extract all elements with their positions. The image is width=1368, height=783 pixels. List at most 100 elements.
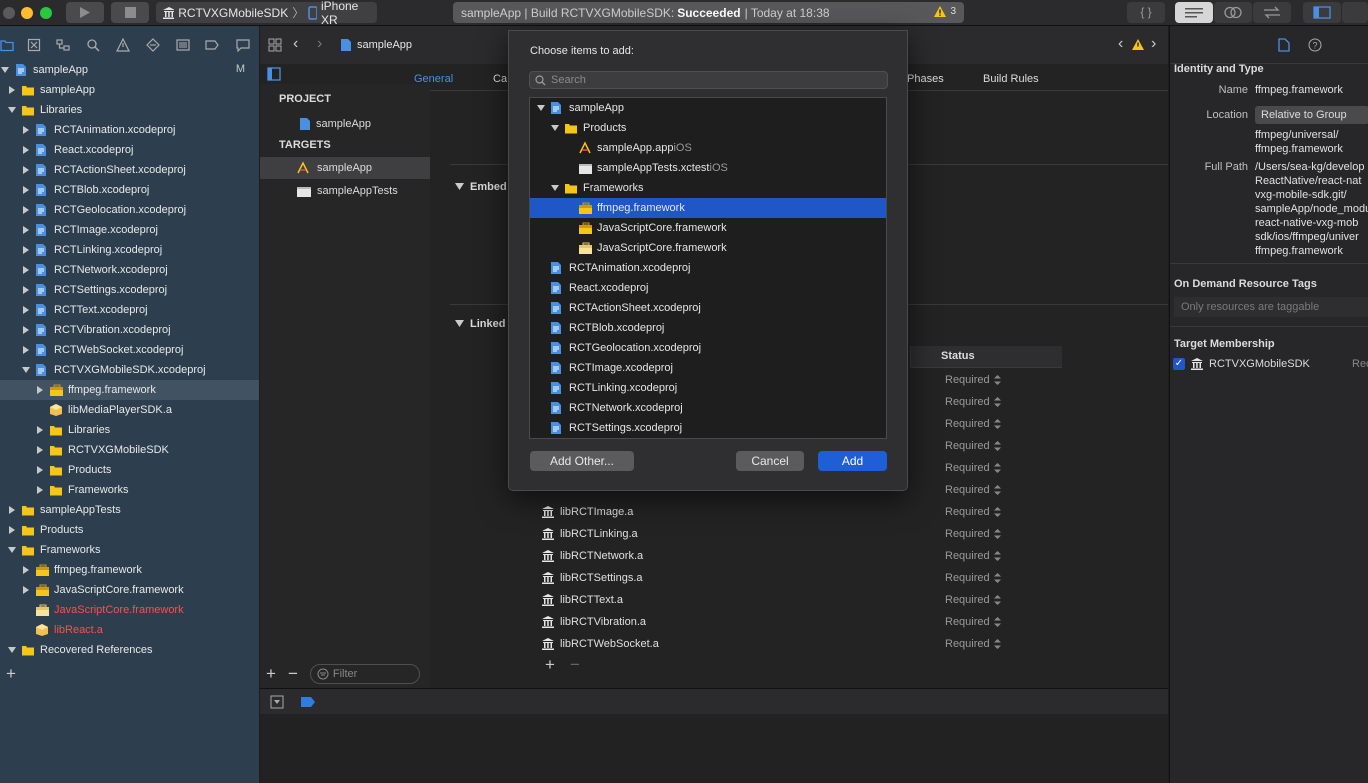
remove-target-icon[interactable]: − — [288, 664, 298, 684]
outline-row[interactable]: React.xcodeproj — [530, 278, 886, 298]
outline-row[interactable]: sampleApp — [530, 98, 886, 118]
target-filter-field[interactable]: Filter — [309, 664, 420, 684]
status-popup[interactable]: Required — [945, 462, 1001, 474]
outline-row[interactable]: RCTBlob.xcodeproj — [530, 318, 886, 338]
membership-checkbox[interactable]: ✓ — [1173, 358, 1185, 370]
outline-row[interactable]: RCTNetwork.xcodeproj — [530, 398, 886, 418]
test-icon[interactable] — [146, 38, 160, 52]
disclosure-right-icon[interactable] — [35, 385, 45, 395]
disclosure-right-icon[interactable] — [21, 205, 31, 215]
source-control-icon[interactable] — [27, 38, 41, 52]
disclosure-right-icon[interactable] — [21, 165, 31, 175]
disclosure-right-icon[interactable] — [7, 85, 17, 95]
toggle-navigator-button[interactable] — [1303, 2, 1341, 23]
navigator-item[interactable]: Products — [0, 460, 259, 480]
disclosure-right-icon[interactable] — [21, 225, 31, 235]
outline-row[interactable]: RCTAnimation.xcodeproj — [530, 258, 886, 278]
disclosure-right-icon[interactable] — [35, 445, 45, 455]
linked-library-row[interactable]: libRCTSettings.a — [540, 567, 1062, 589]
disclosure-right-icon[interactable] — [21, 565, 31, 575]
target-item-sampleapp[interactable]: sampleApp — [260, 157, 430, 179]
navigator-item[interactable]: RCTVXGMobileSDK — [0, 440, 259, 460]
navigator-item[interactable]: ffmpeg.framework — [0, 380, 259, 400]
ondemand-tags-field[interactable]: Only resources are taggable — [1174, 297, 1368, 317]
outline-row[interactable]: RCTLinking.xcodeproj — [530, 378, 886, 398]
navigator-item[interactable]: Products — [0, 520, 259, 540]
disclosure-down-icon[interactable] — [7, 105, 17, 115]
navigator-item[interactable]: JavaScriptCore.framework — [0, 580, 259, 600]
disclosure-right-icon[interactable] — [21, 125, 31, 135]
breakpoint-icon[interactable] — [205, 38, 219, 52]
navigator-item[interactable]: RCTVibration.xcodeproj — [0, 320, 259, 340]
version-editor-button[interactable] — [1253, 2, 1291, 23]
status-column-header[interactable]: Status — [910, 346, 1062, 368]
navigator-item[interactable]: Recovered References — [0, 640, 259, 660]
assistant-editor-button[interactable] — [1214, 2, 1252, 23]
search-input[interactable]: Search — [529, 71, 888, 89]
navigator-item[interactable]: RCTAnimation.xcodeproj — [0, 120, 259, 140]
disclosure-down-icon[interactable] — [21, 365, 31, 375]
status-popup[interactable]: Required — [945, 396, 1001, 408]
symbol-icon[interactable] — [56, 38, 70, 52]
outline-row[interactable]: ffmpeg.framework — [530, 198, 886, 218]
disclosure-right-icon[interactable] — [21, 305, 31, 315]
location-popup[interactable]: Relative to Group — [1255, 106, 1368, 124]
disclosure-down-icon[interactable] — [7, 645, 17, 655]
outline-row[interactable]: RCTImage.xcodeproj — [530, 358, 886, 378]
disclosure-down-icon[interactable] — [0, 65, 10, 75]
disclosure-right-icon[interactable] — [35, 425, 45, 435]
navigator-item[interactable]: Libraries — [0, 420, 259, 440]
previous-issue-icon[interactable]: ‹ — [1118, 35, 1123, 53]
disclosure-right-icon[interactable] — [35, 485, 45, 495]
outline-row[interactable]: sampleApp.app iOS — [530, 138, 886, 158]
disclosure-right-icon[interactable] — [21, 265, 31, 275]
target-item-sampleapptests[interactable]: sampleAppTests — [260, 180, 430, 202]
hide-targets-icon[interactable] — [267, 67, 281, 81]
linked-library-row[interactable]: libRCTVibration.a — [540, 611, 1062, 633]
linked-library-row[interactable]: libRCTWebSocket.a — [540, 633, 1062, 655]
linked-library-row[interactable]: libRCTText.a — [540, 589, 1062, 611]
stop-button[interactable] — [111, 2, 149, 23]
report-icon[interactable] — [236, 38, 250, 52]
navigator-item[interactable]: RCTLinking.xcodeproj — [0, 240, 259, 260]
outline-row[interactable]: JavaScriptCore.framework — [530, 238, 886, 258]
outline-row[interactable]: sampleAppTests.xctest iOS — [530, 158, 886, 178]
embed-section[interactable]: Embed — [455, 181, 507, 193]
outline-row[interactable]: Frameworks — [530, 178, 886, 198]
hide-debug-icon[interactable] — [270, 695, 284, 709]
navigator-item[interactable]: sampleAppTests — [0, 500, 259, 520]
standard-editor-button[interactable] — [1175, 2, 1213, 23]
outline-row[interactable]: Products — [530, 118, 886, 138]
navigator-item[interactable]: Libraries — [0, 100, 259, 120]
add-library-icon[interactable]: + — [545, 655, 555, 675]
navigator-item[interactable]: RCTBlob.xcodeproj — [0, 180, 259, 200]
minimize-window-button[interactable] — [21, 7, 33, 19]
outline-row[interactable]: JavaScriptCore.framework — [530, 218, 886, 238]
remove-library-icon[interactable]: − — [570, 655, 580, 675]
add-target-icon[interactable]: + — [266, 664, 276, 684]
disclosure-down-icon[interactable] — [7, 545, 17, 555]
disclosure-right-icon[interactable] — [7, 525, 17, 535]
run-button[interactable] — [66, 2, 104, 23]
toggle-debug-button[interactable] — [1342, 2, 1368, 23]
tab-capabilities[interactable]: Ca — [493, 73, 507, 85]
tab-build-phases[interactable]: Phases — [907, 73, 944, 85]
add-button[interactable]: Add — [818, 451, 887, 471]
related-items-icon[interactable] — [268, 38, 282, 52]
console-area[interactable] — [260, 714, 1168, 783]
status-popup[interactable]: Required — [945, 374, 1001, 386]
navigator-item[interactable]: RCTGeolocation.xcodeproj — [0, 200, 259, 220]
scheme-selector[interactable]: RCTVXGMobileSDK 〉 iPhone XR — [156, 0, 377, 27]
add-other-button[interactable]: Add Other... — [530, 451, 634, 471]
navigator-item[interactable]: sampleApp — [0, 80, 259, 100]
folder-nav-icon[interactable] — [0, 38, 14, 52]
navigator-root-row[interactable]: sampleApp M — [0, 60, 259, 80]
project-item[interactable]: sampleApp — [260, 114, 430, 134]
disclosure-right-icon[interactable] — [21, 585, 31, 595]
debug-nav-icon[interactable] — [176, 38, 190, 52]
navigator-item[interactable]: JavaScriptCore.framework — [0, 600, 259, 620]
navigator-item[interactable]: RCTWebSocket.xcodeproj — [0, 340, 259, 360]
navigator-item[interactable]: RCTNetwork.xcodeproj — [0, 260, 259, 280]
breakpoints-toggle-icon[interactable] — [300, 696, 316, 708]
disclosure-down-icon[interactable] — [536, 103, 546, 113]
